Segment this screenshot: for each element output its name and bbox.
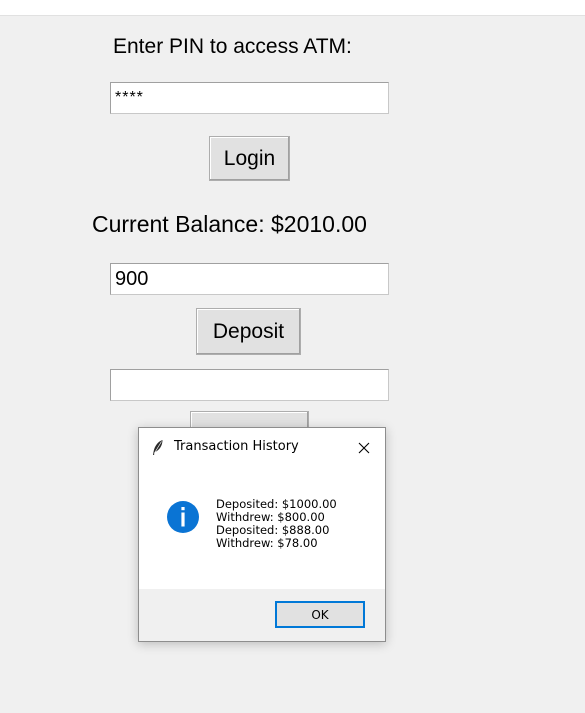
- deposit-button[interactable]: Deposit: [196, 308, 301, 355]
- info-icon: [166, 500, 200, 534]
- balance-label: Current Balance: $2010.00: [92, 211, 367, 237]
- window-top-strip: [0, 0, 585, 16]
- dialog-title: Transaction History: [174, 439, 299, 454]
- close-icon[interactable]: [352, 436, 376, 460]
- feather-icon: [151, 439, 165, 456]
- transaction-history-dialog: Transaction History Deposited: $1000.00 …: [138, 427, 386, 642]
- transaction-message: Deposited: $1000.00 Withdrew: $800.00 De…: [216, 498, 337, 550]
- withdraw-amount-input[interactable]: [110, 369, 389, 401]
- dialog-titlebar[interactable]: Transaction History: [139, 428, 385, 466]
- transaction-line: Withdrew: $78.00: [216, 536, 318, 550]
- pin-prompt-label: Enter PIN to access ATM:: [113, 35, 352, 58]
- deposit-amount-input[interactable]: [110, 263, 389, 295]
- pin-input[interactable]: [110, 82, 389, 114]
- login-button[interactable]: Login: [209, 136, 290, 181]
- ok-button[interactable]: OK: [275, 601, 365, 628]
- dialog-footer: OK: [139, 589, 385, 641]
